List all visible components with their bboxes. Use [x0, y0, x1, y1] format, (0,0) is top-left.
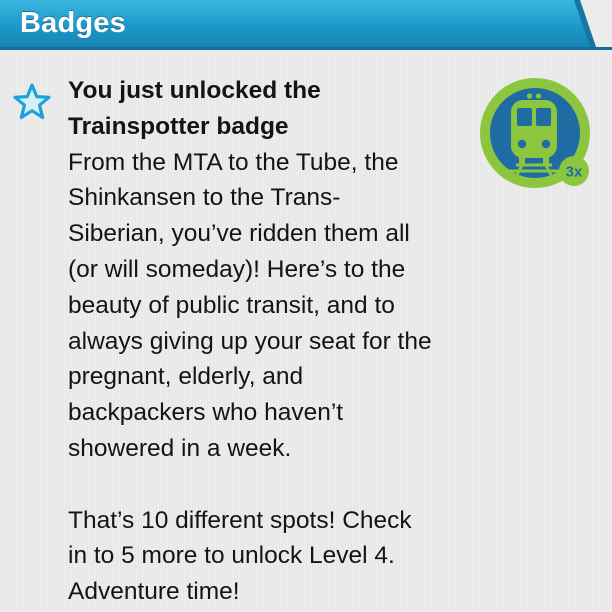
- star-outline-icon: [12, 82, 52, 122]
- trainspotter-badge: 3x: [478, 77, 594, 191]
- notification-body-line: (or will someday)! Here’s to the: [68, 255, 406, 283]
- badge-multiplier: 3x: [566, 164, 583, 181]
- notification-body-line: beauty of public transit, and to: [68, 291, 395, 319]
- notification-body-line: From the MTA to the Tube, the: [68, 148, 399, 176]
- header-bar: Badges: [0, 0, 612, 50]
- notification-body-line: backpackers who haven’t: [68, 399, 344, 427]
- badge-unlock-message: You just unlocked the Trainspotter badge…: [68, 73, 478, 610]
- notification-title-line: You just unlocked the: [68, 77, 321, 104]
- notification-body-line: always giving up your seat for the: [68, 327, 432, 355]
- page-title: Badges: [20, 7, 126, 39]
- notification-body-line: Siberian, you’ve ridden them all: [68, 220, 410, 248]
- progress-text-line: That’s 10 different spots! Check: [68, 506, 412, 534]
- progress-text-line: Adventure time!: [68, 578, 240, 606]
- notification-body-line: Shinkansen to the Trans-: [68, 184, 341, 212]
- notification-body-line: showered in a week.: [68, 434, 292, 462]
- progress-text-line: in to 5 more to unlock Level 4.: [68, 542, 395, 570]
- notification-body-line: pregnant, elderly, and: [68, 363, 304, 391]
- notification-title-line: Trainspotter badge: [68, 112, 289, 140]
